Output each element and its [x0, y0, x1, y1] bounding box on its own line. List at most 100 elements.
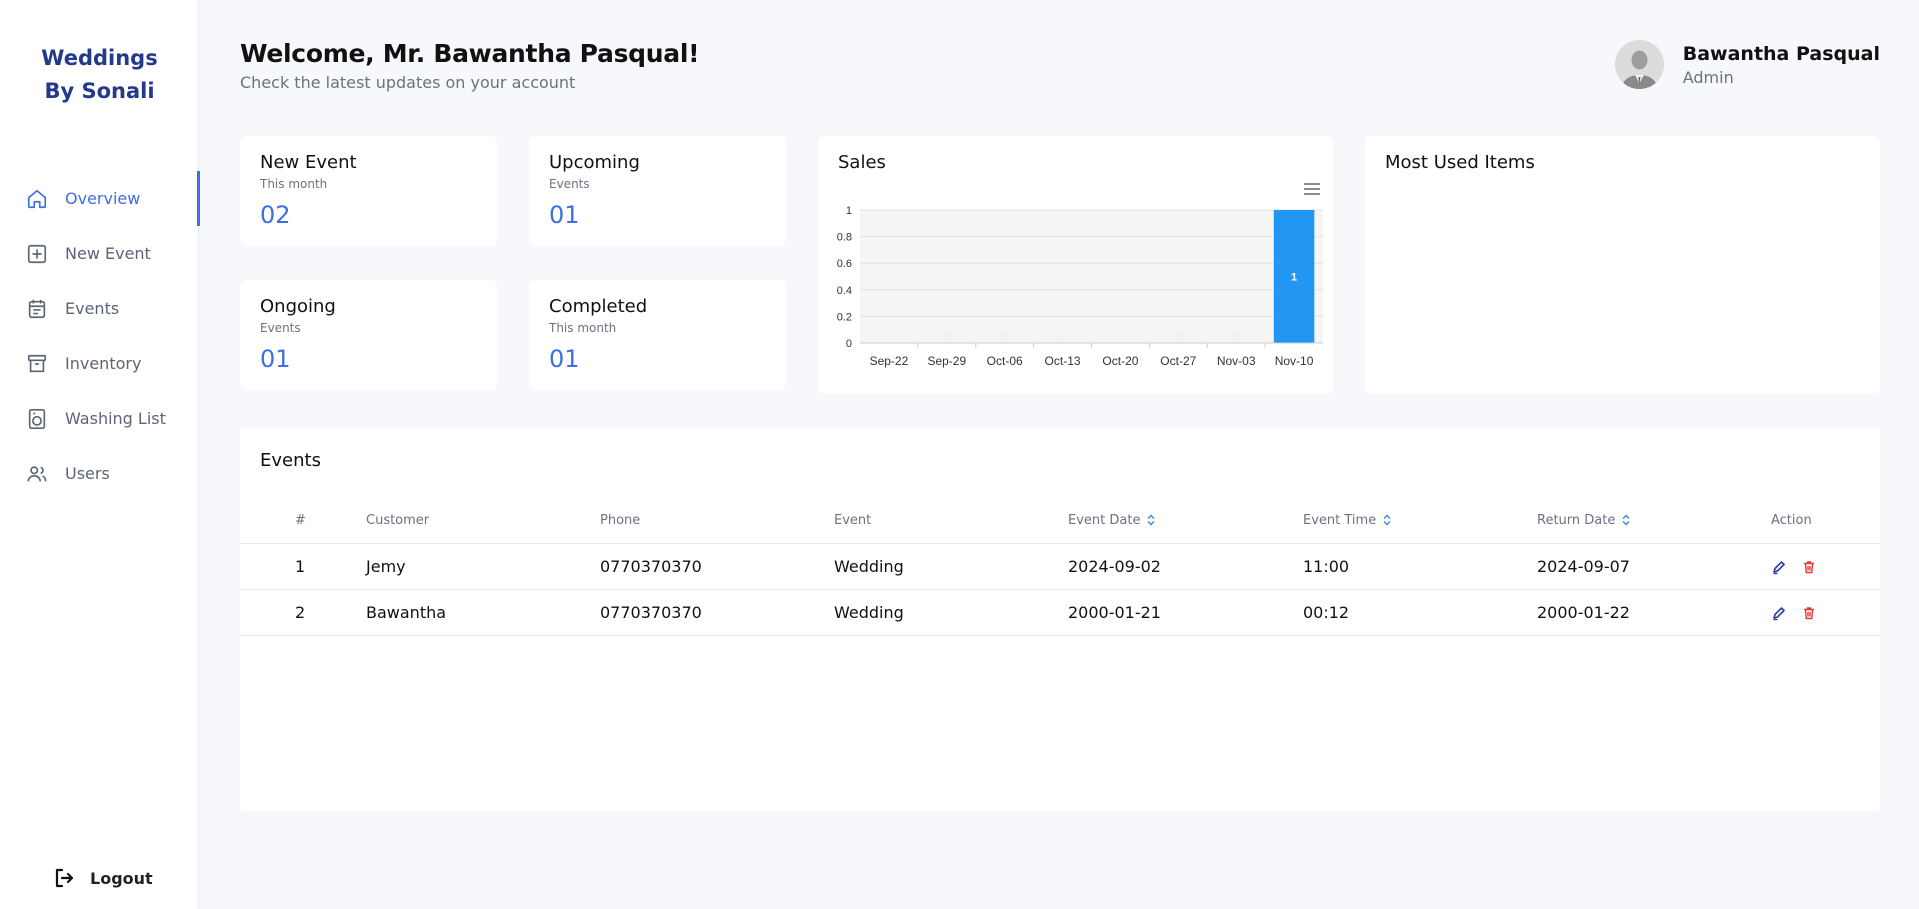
profile-name: Bawantha Pasqual [1682, 42, 1880, 65]
cell-number: 2 [240, 589, 366, 636]
stat-card-ongoing: Ongoing Events 01 [240, 280, 497, 390]
col-header-phone: Phone [600, 498, 834, 544]
sidebar-item-label: New Event [65, 244, 151, 263]
delete-icon[interactable] [1801, 605, 1817, 621]
logout-button[interactable]: Logout [52, 866, 153, 890]
data-label: 0 [1002, 331, 1008, 343]
avatar [1614, 40, 1664, 89]
sort-icon[interactable] [1146, 514, 1156, 526]
col-header-return-date[interactable]: Return Date [1537, 498, 1771, 544]
profile-role: Admin [1682, 67, 1734, 87]
cell-customer: Jemy [366, 543, 600, 590]
page-title: Welcome, Mr. Bawantha Pasqual! [240, 39, 700, 68]
y-tick-label: 0 [846, 338, 852, 350]
y-tick-label: 1 [846, 205, 852, 217]
col-header-customer: Customer [366, 498, 600, 544]
stat-value: 01 [549, 345, 580, 373]
col-header-return-date-label: Return Date [1537, 512, 1616, 528]
stat-subtitle: Events [549, 177, 590, 191]
sidebar-item-label: Washing List [65, 409, 166, 428]
x-tick-label: Oct-13 [1045, 354, 1081, 368]
logout-icon [52, 866, 76, 890]
cell-event-date: 2000-01-21 [1068, 589, 1303, 636]
washing-machine-icon [26, 408, 48, 430]
cell-actions [1771, 543, 1880, 590]
col-header-event-date[interactable]: Event Date [1068, 498, 1303, 544]
cell-customer: Bawantha [366, 589, 600, 636]
logout-label: Logout [90, 868, 153, 888]
stat-title: Completed [549, 296, 648, 317]
plot-area [860, 210, 1323, 343]
sort-icon[interactable] [1382, 514, 1392, 526]
table-row: 1 Jemy 0770370370 Wedding 2024-09-02 11:… [240, 543, 1880, 590]
x-tick-label: Nov-03 [1217, 354, 1256, 368]
sidebar-item-washing-list[interactable]: Washing List [0, 391, 199, 446]
cell-event-date: 2024-09-02 [1068, 543, 1303, 590]
sidebar-item-new-event[interactable]: New Event [0, 226, 199, 281]
x-tick-label: Sep-29 [927, 354, 966, 368]
page-subtitle: Check the latest updates on your account [240, 73, 576, 92]
x-tick-label: Oct-27 [1160, 354, 1196, 368]
stat-value: 01 [260, 345, 291, 373]
table-header-row: # Customer Phone Event Event Date Event … [240, 498, 1880, 544]
cell-number: 1 [240, 543, 366, 590]
cell-return-date: 2000-01-22 [1537, 589, 1771, 636]
stat-card-new-event: New Event This month 02 [240, 136, 497, 246]
cell-actions [1771, 589, 1880, 636]
brand-line-2: By Sonali [44, 79, 155, 103]
cell-event: Wedding [834, 589, 1068, 636]
chart-menu-icon[interactable] [1303, 182, 1321, 196]
data-label: 0 [1060, 331, 1066, 343]
stat-value: 02 [260, 201, 291, 229]
x-tick-label: Sep-22 [870, 354, 909, 368]
events-card: Events # Customer Phone Event Event Date… [240, 428, 1880, 811]
archive-box-icon [26, 353, 48, 375]
brand-line-1: Weddings [41, 46, 158, 70]
col-header-event-time-label: Event Time [1303, 512, 1377, 528]
data-label: 0 [886, 331, 892, 343]
stat-value: 01 [549, 201, 580, 229]
col-header-number: # [240, 498, 366, 544]
brand-logo[interactable]: Weddings By Sonali [0, 42, 199, 108]
user-profile[interactable]: Bawantha Pasqual Admin [1614, 40, 1880, 89]
sidebar-item-overview[interactable]: Overview [0, 171, 200, 226]
stat-subtitle: This month [549, 321, 617, 335]
stat-title: Upcoming [549, 152, 640, 173]
col-header-event: Event [834, 498, 1068, 544]
stat-subtitle: Events [260, 321, 301, 335]
col-header-event-time[interactable]: Event Time [1303, 498, 1537, 544]
col-header-event-date-label: Event Date [1068, 512, 1141, 528]
sidebar-item-label: Overview [65, 189, 141, 208]
sidebar-item-inventory[interactable]: Inventory [0, 336, 199, 391]
sidebar-nav: Overview New Event Events Inventory Wash… [0, 171, 200, 501]
x-tick-label: Oct-06 [987, 354, 1023, 368]
stat-title: Ongoing [260, 296, 336, 317]
sort-icon[interactable] [1621, 514, 1631, 526]
edit-icon[interactable] [1771, 605, 1787, 621]
stat-card-upcoming: Upcoming Events 01 [529, 136, 786, 246]
edit-icon[interactable] [1771, 559, 1787, 575]
y-tick-label: 0.8 [837, 232, 852, 244]
y-tick-label: 0.6 [837, 258, 852, 270]
sales-chart: 0 0.2 0.4 0.6 0.8 1 0 Sep-22 0 Sep-29 0 Oct-06 0 Oct-… [837, 205, 1323, 368]
home-icon [26, 188, 48, 210]
sidebar-item-label: Events [65, 299, 120, 318]
stat-card-completed: Completed This month 01 [529, 280, 786, 390]
delete-icon[interactable] [1801, 559, 1817, 575]
users-icon [26, 463, 48, 485]
sidebar: Weddings By Sonali Overview New Event Ev… [0, 0, 200, 909]
stat-subtitle: This month [260, 177, 328, 191]
most-used-title: Most Used Items [1385, 152, 1535, 173]
cell-phone: 0770370370 [600, 589, 834, 636]
y-tick-label: 0.2 [837, 311, 852, 323]
sidebar-item-label: Users [65, 464, 110, 483]
cell-phone: 0770370370 [600, 543, 834, 590]
events-table: # Customer Phone Event Event Date Event … [240, 498, 1880, 636]
sidebar-item-users[interactable]: Users [0, 446, 199, 501]
y-tick-label: 0.4 [837, 285, 852, 297]
plus-square-icon [26, 243, 48, 265]
data-label: 0 [1233, 331, 1239, 343]
sidebar-item-events[interactable]: Events [0, 281, 199, 336]
data-label: 0 [1117, 331, 1123, 343]
cell-return-date: 2024-09-07 [1537, 543, 1771, 590]
